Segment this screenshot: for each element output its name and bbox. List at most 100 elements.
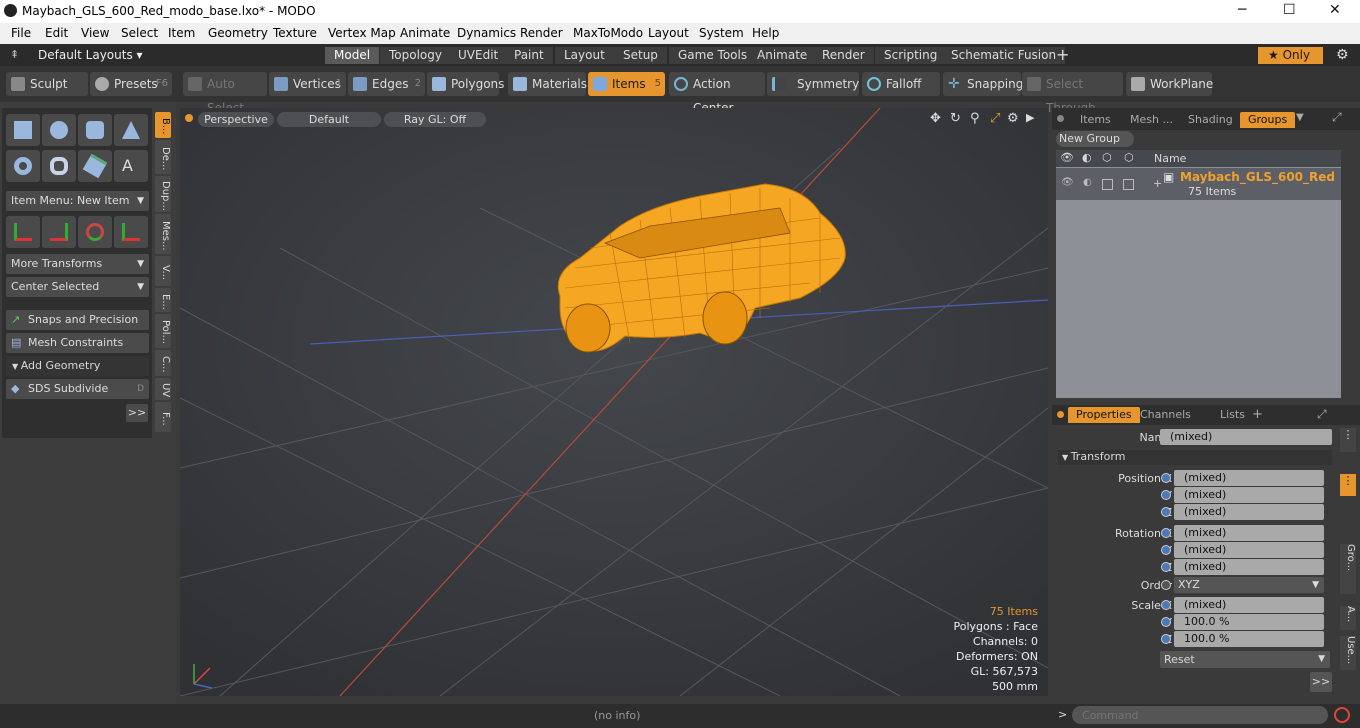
row-eye-icon[interactable]: 👁 <box>1061 177 1074 188</box>
vtab-fusion[interactable]: F... <box>155 402 171 432</box>
reset-dropdown[interactable]: Reset ▼ <box>1160 651 1330 668</box>
maximize-button[interactable]: ☐ <box>1283 2 1296 18</box>
workplane-button[interactable]: WorkPlane <box>1126 72 1213 96</box>
orbit-icon[interactable]: ↻ <box>950 111 961 126</box>
vtab-duplicate[interactable]: Dup... <box>155 176 171 212</box>
scale-z-field[interactable]: 100.0 % <box>1174 631 1324 647</box>
row-render-icon[interactable]: ◐ <box>1083 177 1092 188</box>
position-y-field[interactable]: (mixed) <box>1174 487 1324 503</box>
only-toggle[interactable]: ★ Only <box>1258 47 1323 64</box>
row-select-checkbox[interactable] <box>1123 179 1134 190</box>
side-tab-groups[interactable]: Gro... <box>1340 544 1356 594</box>
new-group-button[interactable]: New Group <box>1056 131 1134 147</box>
select-icon[interactable]: ⬡ <box>1124 151 1134 164</box>
move-tool[interactable] <box>6 216 40 248</box>
materials-button[interactable]: Materials <box>508 72 587 96</box>
transform-section-header[interactable]: ▼ Transform <box>1058 450 1332 465</box>
mesh-constraints-button[interactable]: ▤ Mesh Constraints <box>6 333 149 353</box>
rotation-y-field[interactable]: (mixed) <box>1174 542 1324 558</box>
render-icon[interactable]: ◐ <box>1082 151 1092 164</box>
position-z-anim-dot[interactable] <box>1161 507 1171 517</box>
side-active-icon[interactable]: ⋮ <box>1340 474 1356 496</box>
falloff-button[interactable]: Falloff <box>862 72 940 96</box>
polygons-button[interactable]: Polygons <box>427 72 504 96</box>
scale-x-anim-dot[interactable] <box>1161 600 1171 610</box>
add-tab-button[interactable]: + <box>1056 45 1069 64</box>
select-through-button[interactable]: Select Through <box>1022 72 1123 115</box>
tab-topology[interactable]: Topology <box>380 47 452 64</box>
tab-groups[interactable]: Groups <box>1240 112 1296 128</box>
more-transforms-dropdown[interactable]: More Transforms ▼ <box>6 254 149 274</box>
zoom-icon[interactable]: ⚲ <box>970 111 980 126</box>
vtab-vertex[interactable]: V... <box>155 256 171 286</box>
perspective-dropdown[interactable]: Perspective <box>198 112 274 127</box>
properties-expand-icon[interactable]: ⤢ <box>1317 407 1327 422</box>
center-selected-dropdown[interactable]: Center Selected ▼ <box>6 277 149 297</box>
menu-render[interactable]: Render <box>520 26 563 40</box>
menu-help[interactable]: Help <box>752 26 779 40</box>
layout-arrow-icon[interactable]: ⇞ <box>10 48 19 61</box>
menu-geometry[interactable]: Geometry <box>208 26 268 40</box>
tab-menu-chevron-icon[interactable]: ▼ <box>1296 112 1304 123</box>
menu-layout[interactable]: Layout <box>648 26 689 40</box>
minimize-button[interactable]: ─ <box>1238 2 1246 18</box>
snaps-precision-button[interactable]: ↗ Snaps and Precision <box>6 310 149 330</box>
scale-tool[interactable] <box>114 216 148 248</box>
expand-icon[interactable]: ⤢ <box>1332 110 1342 125</box>
menu-edit[interactable]: Edit <box>45 26 68 40</box>
tab-model[interactable]: Model <box>325 47 381 64</box>
menu-item[interactable]: Item <box>168 26 195 40</box>
position-z-field[interactable]: (mixed) <box>1174 504 1324 520</box>
rotate-tool[interactable] <box>42 216 76 248</box>
command-input[interactable] <box>1072 706 1328 724</box>
rotation-x-anim-dot[interactable] <box>1161 528 1171 538</box>
scale-x-field[interactable]: (mixed) <box>1174 597 1324 613</box>
sculpt-button[interactable]: Sculpt <box>6 72 88 96</box>
more-tools-button[interactable]: >> <box>126 404 148 422</box>
tab-shading[interactable]: Shading <box>1180 112 1241 128</box>
rotation-y-anim-dot[interactable] <box>1161 545 1171 555</box>
tab-scripting[interactable]: Scripting <box>875 47 948 64</box>
tab-mesh[interactable]: Mesh ... <box>1122 112 1181 128</box>
tab-paint[interactable]: Paint <box>505 47 554 64</box>
items-button[interactable]: Items 5 <box>588 72 665 96</box>
vtab-polygon[interactable]: Pol... <box>155 314 171 348</box>
tab-schematic-fusion[interactable]: Schematic Fusion <box>942 47 1067 64</box>
gear-icon[interactable]: ⚙ <box>1336 47 1349 63</box>
tab-render[interactable]: Render <box>813 47 875 64</box>
default-layouts-dropdown[interactable]: Default Layouts ▾ <box>38 48 143 62</box>
close-button[interactable]: ✕ <box>1329 2 1341 18</box>
add-geometry-header[interactable]: ▼ Add Geometry <box>6 356 149 376</box>
menu-animate[interactable]: Animate <box>400 26 450 40</box>
torus-tool[interactable] <box>6 150 40 182</box>
tab-channels[interactable]: Channels <box>1132 407 1199 423</box>
panel-dot-icon[interactable] <box>1057 115 1064 122</box>
rotation-x-field[interactable]: (mixed) <box>1174 525 1324 541</box>
menu-vertex-map[interactable]: Vertex Map <box>328 26 396 40</box>
scale-z-anim-dot[interactable] <box>1161 634 1171 644</box>
side-tab-a[interactable]: A... <box>1340 606 1356 630</box>
menu-dynamics[interactable]: Dynamics <box>457 26 516 40</box>
viewport-dot-icon[interactable] <box>185 114 193 122</box>
row-lock-checkbox[interactable] <box>1102 179 1113 190</box>
presets-button[interactable]: Presets F6 <box>90 72 172 96</box>
position-x-field[interactable]: (mixed) <box>1174 470 1324 486</box>
properties-dot-icon[interactable] <box>1057 411 1064 418</box>
transform-tool[interactable] <box>78 216 112 248</box>
viewport-gear-icon[interactable]: ⚙ <box>1007 111 1019 126</box>
vtab-uv[interactable]: UV <box>155 378 171 400</box>
edges-button[interactable]: Edges 2 <box>348 72 425 96</box>
menu-texture[interactable]: Texture <box>273 26 317 40</box>
cone-tool[interactable] <box>114 114 148 146</box>
tube-tool[interactable] <box>42 150 76 182</box>
position-y-anim-dot[interactable] <box>1161 490 1171 500</box>
order-anim-dot[interactable] <box>1161 580 1171 590</box>
order-dropdown[interactable]: XYZ ▼ <box>1174 577 1324 593</box>
properties-more-button[interactable]: >> <box>1310 672 1332 692</box>
maximize-view-icon[interactable]: ⤢ <box>990 111 1000 126</box>
action-center-button[interactable]: Action Center <box>669 72 765 115</box>
auto-select-button[interactable]: Auto Select <box>183 72 267 115</box>
scale-y-field[interactable]: 100.0 % <box>1174 614 1324 630</box>
rotation-z-anim-dot[interactable] <box>1161 562 1171 572</box>
name-field[interactable]: (mixed) <box>1160 429 1332 445</box>
